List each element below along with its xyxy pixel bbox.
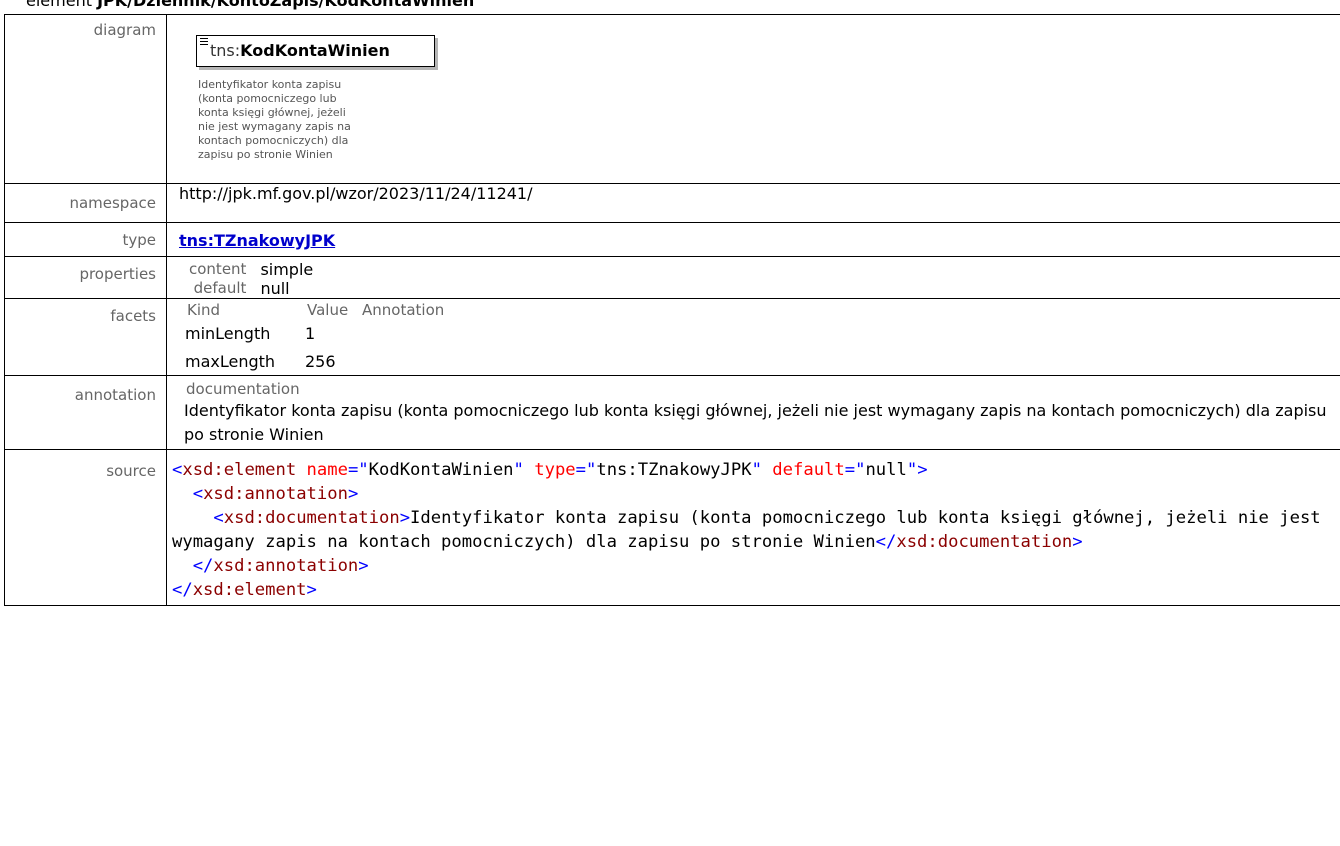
property-value: null (260, 279, 290, 298)
element-prefix: tns: (210, 41, 241, 60)
diagram-row: diagram tns:KodKontaWinien Identyfikator… (4, 14, 1340, 184)
source-code: <xsd:element name="KodKontaWinien" type=… (172, 460, 1332, 600)
page-title-path: JPK/Dziennik/KontoZapis/KodKontaWinien (97, 0, 475, 10)
namespace-value: http://jpk.mf.gov.pl/wzor/2023/11/24/112… (166, 183, 1340, 223)
type-row: type tns:TZnakowyJPK (4, 222, 1340, 257)
element-name: KodKontaWinien (240, 41, 390, 60)
source-annotation-tag: xsd:annotation (203, 484, 348, 504)
facet-annotation (360, 319, 490, 347)
annotation-cell: documentation Identyfikator konta zapisu… (166, 375, 1340, 450)
type-link[interactable]: tns:TZnakowyJPK (179, 231, 335, 250)
facets-header-kind: Kind (187, 301, 221, 319)
source-attr: name (306, 460, 348, 480)
source-documentation-tag: xsd:documentation (223, 508, 400, 528)
facets-cell: Kind Value Annotation minLength 1 maxLen… (166, 298, 1340, 376)
simple-content-icon (200, 38, 208, 47)
page-title: element JPK/Dziennik/KontoZapis/KodKonta… (26, 0, 474, 11)
diagram-doc-line: kontach pomocniczych) dla (198, 134, 349, 147)
properties-label: properties (4, 256, 167, 299)
type-cell: tns:TZnakowyJPK (166, 222, 1340, 257)
source-cell: <xsd:element name="KodKontaWinien" type=… (166, 449, 1340, 606)
properties-list: content simple default null (189, 257, 1340, 298)
facets-header-annotation: Annotation (362, 301, 445, 319)
source-attr-value: null (865, 460, 907, 480)
element-box: tns:KodKontaWinien (196, 35, 435, 67)
element-diagram-box[interactable]: tns:KodKontaWinien (196, 35, 441, 72)
property-key: default (193, 279, 247, 297)
facets-table: Kind Value Annotation minLength 1 maxLen… (185, 299, 1340, 375)
facets-row: facets Kind Value Annotation minLength 1… (4, 298, 1340, 376)
annotation-text: Identyfikator konta zapisu (konta pomocn… (184, 401, 1327, 444)
properties-cell: content simple default null (166, 256, 1340, 299)
diagram-label: diagram (4, 14, 167, 184)
facet-annotation (360, 347, 490, 375)
facets-header-value: Value (307, 301, 349, 319)
annotation-row: annotation documentation Identyfikator k… (4, 375, 1340, 450)
source-element-tag: xsd:element (182, 460, 297, 480)
source-element-close-tag: xsd:element (192, 580, 307, 600)
source-attr: default (772, 460, 845, 480)
property-value: simple (260, 260, 314, 279)
namespace-row: namespace http://jpk.mf.gov.pl/wzor/2023… (4, 183, 1340, 223)
element-properties-table: diagram tns:KodKontaWinien Identyfikator… (4, 14, 1340, 606)
facet-kind: minLength (185, 324, 271, 343)
facets-label: facets (4, 298, 167, 376)
properties-row: properties content simple default null (4, 256, 1340, 299)
diagram-doc-line: nie jest wymagany zapis na (198, 120, 351, 133)
facet-value: 1 (305, 324, 316, 343)
facet-value: 256 (305, 352, 336, 371)
namespace-label: namespace (4, 183, 167, 223)
source-attr-value: KodKontaWinien (368, 460, 514, 480)
diagram-doc-line: zapisu po stronie Winien (198, 148, 333, 161)
source-row: source <xsd:element name="KodKontaWinien… (4, 449, 1340, 606)
source-annotation-close-tag: xsd:annotation (213, 556, 359, 576)
diagram-documentation: Identyfikator konta zapisu (konta pomocn… (198, 78, 378, 183)
source-label: source (4, 449, 167, 606)
source-attr-value: tns:TZnakowyJPK (596, 460, 752, 480)
element-box-title: tns:KodKontaWinien (210, 41, 390, 60)
annotation-label: annotation (4, 375, 167, 450)
diagram-doc-line: Identyfikator konta zapisu (198, 78, 342, 91)
facet-kind: maxLength (185, 352, 276, 371)
type-label: type (4, 222, 167, 257)
annotation-heading: documentation (186, 380, 300, 398)
source-attr: type (534, 460, 576, 480)
diagram-cell: tns:KodKontaWinien Identyfikator konta z… (166, 14, 1340, 184)
diagram-doc-line: (konta pomocniczego lub (198, 92, 337, 105)
source-documentation-close-tag: xsd:documentation (896, 532, 1073, 552)
property-key: content (189, 260, 247, 278)
page-title-prefix: element (26, 0, 98, 10)
diagram-doc-line: konta księgi głównej, jeżeli (198, 106, 346, 119)
